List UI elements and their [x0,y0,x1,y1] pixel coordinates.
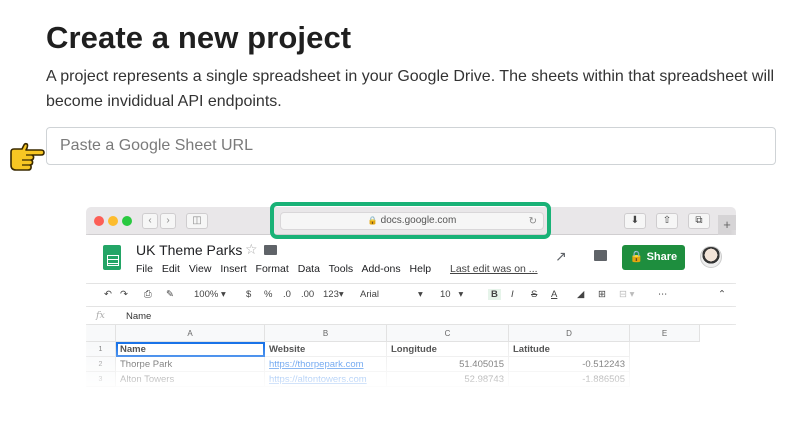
row-number: 2 [86,357,116,372]
borders-icon: ⊞ [598,289,606,300]
strikethrough-button: S [531,289,538,300]
sheets-logo-icon [103,245,121,270]
menu-insert: Insert [220,263,247,275]
page-description: A project represents a single spreadshee… [46,68,775,110]
table-cell: Website [265,342,387,357]
table-cell: Name [116,342,265,357]
column-header: C [387,325,509,342]
increase-decimal-button: .00 [301,289,315,300]
currency-button: $ [246,289,252,300]
menu-edit: Edit [161,263,180,275]
document-title: UK Theme Parks [136,242,243,258]
menu-file: File [136,263,153,275]
decrease-decimal-button: .0 [283,289,291,300]
sheets-toolbar: ↶ ↷ ⎙ ✎ 100% ▾ $ % .0 .00 123▾ Arial ▾ 1… [86,283,736,307]
comment-icon [594,250,607,261]
text-color-button: A [551,289,558,300]
percent-button: % [264,289,273,300]
menu-format: Format [255,263,289,275]
column-header: B [265,325,387,342]
table-cell: 51.405015 [387,357,509,372]
close-window-icon [94,216,104,226]
sheet-url-input[interactable] [46,127,776,165]
table-cell: Latitude [509,342,630,357]
zoom-select: 100% ▾ [194,289,226,300]
paint-format-icon: ✎ [166,289,174,300]
table-cell: https://altontowers.com [265,372,387,387]
row-number: 1 [86,342,116,357]
column-header: A [116,325,265,342]
download-icon: ⬇ [624,213,646,229]
menu-data: Data [297,263,320,275]
more-button: ⋯ [658,289,668,300]
folder-icon [264,245,277,255]
collapse-icon: ⌃ [718,289,726,300]
formula-value: Name [126,311,152,322]
hand-pointing-right-icon [10,142,45,171]
tabs-icon: ⧉ [688,213,710,229]
trend-icon: ↗ [555,248,567,264]
row-number: 3 [86,372,116,387]
sheets-header: UK Theme Parks ☆ File Edit View Insert F… [86,236,736,282]
merge-cells-icon: ⊟ ▾ [619,289,635,300]
corner-cell [86,325,116,342]
forward-icon: › [160,213,176,229]
sheets-menu: File Edit View Insert Format Data Tools … [136,263,437,275]
bold-button: B [488,289,501,300]
page-title: Create a new project [46,20,352,55]
menu-view: View [188,263,212,275]
table-cell: Longitude [387,342,509,357]
table-cell: https://thorpepark.com [265,357,387,372]
table-cell: -0.512243 [509,357,630,372]
formula-bar: fx Name [86,308,736,325]
share-button: 🔒 Share [622,245,685,270]
avatar [700,246,722,268]
undo-icon: ↶ [104,289,112,300]
table-cell: Thorpe Park [116,357,265,372]
table-cell: Alton Towers [116,372,265,387]
sidebar-icon: ◫ [186,213,208,229]
menu-tools: Tools [328,263,354,275]
column-header: D [509,325,630,342]
font-select: Arial [360,289,380,300]
more-formats-button: 123▾ [323,289,344,300]
table-cell: -1.886505 [509,372,630,387]
maximize-window-icon [122,216,132,226]
font-size-select: 10 ▾ [440,289,464,300]
print-icon: ⎙ [144,289,152,300]
star-icon: ☆ [245,241,258,257]
share-sheet-icon: ⇧ [656,213,678,229]
italic-button: I [511,289,514,300]
back-icon: ‹ [142,213,158,229]
minimize-window-icon [108,216,118,226]
menu-help: Help [409,263,432,275]
menu-addons: Add-ons [361,263,401,275]
font-select-caret-icon: ▾ [418,289,423,300]
new-tab-icon: + [718,215,736,235]
address-highlight [270,202,551,239]
fx-icon: fx [96,310,105,321]
table-cell: 52.98743 [387,372,509,387]
fill-color-icon: ◢ [577,289,585,300]
column-header: E [630,325,700,342]
last-edit-link: Last edit was on ... [450,263,538,275]
sheet-grid: A B C D E 1 Name Website Longitude Latit… [86,325,736,387]
share-label: Share [646,251,678,263]
redo-icon: ↷ [120,289,128,300]
